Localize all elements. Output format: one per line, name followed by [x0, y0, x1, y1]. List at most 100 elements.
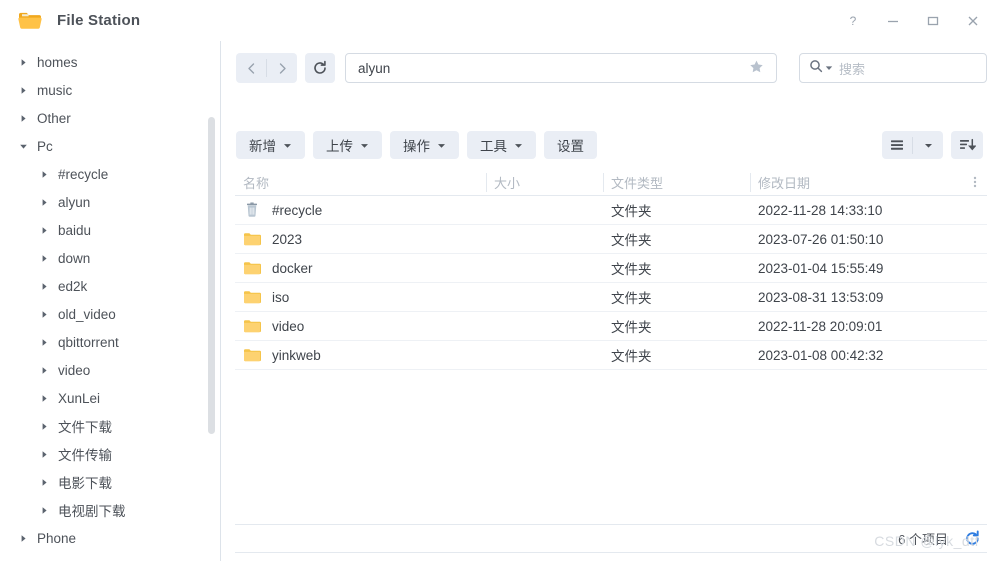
help-button[interactable]: ? [833, 6, 873, 36]
sidebar-item-video[interactable]: video [0, 356, 220, 384]
sidebar-item-other[interactable]: Other [0, 104, 220, 132]
column-header-date[interactable]: 修改日期 [750, 169, 963, 196]
cell-type: 文件夹 [611, 320, 652, 335]
refresh-icon[interactable] [305, 53, 335, 83]
search-icon[interactable] [809, 59, 823, 78]
cell-name[interactable]: #recycle [235, 196, 486, 225]
chevron-right-icon[interactable] [38, 252, 50, 264]
table-row[interactable]: #recycle 文件夹 2022-11-28 14:33:10 [235, 196, 987, 225]
chevron-down-icon[interactable] [360, 138, 369, 153]
more-options-icon[interactable] [963, 175, 987, 189]
sidebar-item-#recycle[interactable]: #recycle [0, 160, 220, 188]
toolbar-button-label: 上传 [326, 139, 353, 154]
window-controls: ? [833, 0, 993, 41]
sidebar-item-photo[interactable]: photo [0, 552, 220, 561]
column-header-name[interactable]: 名称 [235, 169, 486, 196]
search-scope-chevron-down-icon[interactable] [825, 59, 833, 77]
sidebar-item-xunlei[interactable]: XunLei [0, 384, 220, 412]
toolbar-button-2[interactable]: 上传 [313, 131, 382, 159]
sidebar-item-label: Other [37, 110, 71, 126]
path-bar[interactable]: alyun [345, 53, 777, 83]
minimize-button[interactable] [873, 6, 913, 36]
chevron-right-icon[interactable] [17, 84, 29, 96]
svg-text:?: ? [850, 14, 857, 28]
toolbar-button-4[interactable]: 工具 [467, 131, 536, 159]
search-box[interactable]: 搜索 [799, 53, 987, 83]
sort-descending-icon[interactable] [951, 131, 983, 159]
chevron-right-icon[interactable] [38, 364, 50, 376]
back-icon[interactable] [236, 53, 266, 83]
close-button[interactable] [953, 6, 993, 36]
folder-icon [243, 231, 261, 247]
cell-type: 文件夹 [611, 349, 652, 364]
sidebar-item--[interactable]: 文件传输 [0, 440, 220, 468]
chevron-right-icon[interactable] [38, 308, 50, 320]
sidebar-item--[interactable]: 文件下载 [0, 412, 220, 440]
chevron-right-icon[interactable] [17, 56, 29, 68]
chevron-right-icon[interactable] [17, 532, 29, 544]
refresh-icon[interactable] [964, 530, 981, 547]
maximize-button[interactable] [913, 6, 953, 36]
sidebar-item-down[interactable]: down [0, 244, 220, 272]
chevron-right-icon[interactable] [38, 448, 50, 460]
table-row[interactable]: yinkweb 文件夹 2023-01-08 00:42:32 [235, 341, 987, 370]
table-row[interactable]: video 文件夹 2022-11-28 20:09:01 [235, 312, 987, 341]
sidebar-item-phone[interactable]: Phone [0, 524, 220, 552]
chevron-right-icon[interactable] [38, 336, 50, 348]
sidebar-item-old_video[interactable]: old_video [0, 300, 220, 328]
table-row[interactable]: 2023 文件夹 2023-07-26 01:50:10 [235, 225, 987, 254]
column-header-type[interactable]: 文件类型 [603, 169, 750, 196]
sidebar-item-label: down [58, 250, 91, 266]
folder-icon [243, 260, 261, 276]
chevron-right-icon[interactable] [38, 224, 50, 236]
sidebar-item-baidu[interactable]: baidu [0, 216, 220, 244]
sidebar-scrollbar[interactable] [208, 117, 215, 434]
sidebar-item-alyun[interactable]: alyun [0, 188, 220, 216]
chevron-down-icon[interactable] [514, 138, 523, 153]
cell-name[interactable]: yinkweb [235, 341, 486, 370]
toolbar-button-3[interactable]: 操作 [390, 131, 459, 159]
sidebar-item-label: Pc [37, 138, 53, 154]
cell-name[interactable]: iso [235, 283, 486, 312]
sidebar-item-music[interactable]: music [0, 76, 220, 104]
chevron-right-icon[interactable] [38, 392, 50, 404]
page-title: File Station [57, 12, 141, 29]
chevron-right-icon[interactable] [38, 476, 50, 488]
toolbar-button-1[interactable]: 新增 [236, 131, 305, 159]
table-row[interactable]: docker 文件夹 2023-01-04 15:55:49 [235, 254, 987, 283]
folder-icon [243, 318, 261, 334]
cell-name[interactable]: docker [235, 254, 486, 283]
list-view-icon[interactable] [882, 131, 912, 159]
sidebar-item--[interactable]: 电影下载 [0, 468, 220, 496]
chevron-down-icon[interactable] [17, 140, 29, 152]
table-row[interactable]: iso 文件夹 2023-08-31 13:53:09 [235, 283, 987, 312]
folder-tree: homes music Other Pc #recycle alyun baidu down e… [0, 41, 220, 561]
sidebar-item-homes[interactable]: homes [0, 48, 220, 76]
file-name-label: yinkweb [272, 347, 321, 363]
chevron-right-icon[interactable] [17, 112, 29, 124]
chevron-right-icon[interactable] [38, 196, 50, 208]
sidebar-item-qbittorrent[interactable]: qbittorrent [0, 328, 220, 356]
sidebar-item--[interactable]: 电视剧下载 [0, 496, 220, 524]
sidebar-item-ed2k[interactable]: ed2k [0, 272, 220, 300]
cell-size [486, 225, 603, 254]
chevron-right-icon[interactable] [38, 168, 50, 180]
chevron-right-icon[interactable] [38, 420, 50, 432]
sidebar-item-pc[interactable]: Pc [0, 132, 220, 160]
path-input[interactable]: alyun [358, 61, 749, 76]
cell-name[interactable]: 2023 [235, 225, 486, 254]
sidebar-item-label: baidu [58, 222, 92, 238]
star-icon[interactable] [749, 59, 768, 77]
forward-icon[interactable] [267, 53, 297, 83]
chevron-right-icon[interactable] [38, 504, 50, 516]
column-header-size[interactable]: 大小 [486, 169, 603, 196]
chevron-down-icon[interactable] [913, 131, 943, 159]
cell-name[interactable]: video [235, 312, 486, 341]
toolbar-button-label: 新增 [249, 139, 276, 154]
search-input[interactable]: 搜索 [839, 59, 865, 78]
chevron-down-icon[interactable] [283, 138, 292, 153]
chevron-right-icon[interactable] [38, 280, 50, 292]
action-toolbar: 新增 上传 操作 工具 设置 [221, 130, 1001, 160]
chevron-down-icon[interactable] [437, 138, 446, 153]
toolbar-button-5[interactable]: 设置 [544, 131, 597, 159]
